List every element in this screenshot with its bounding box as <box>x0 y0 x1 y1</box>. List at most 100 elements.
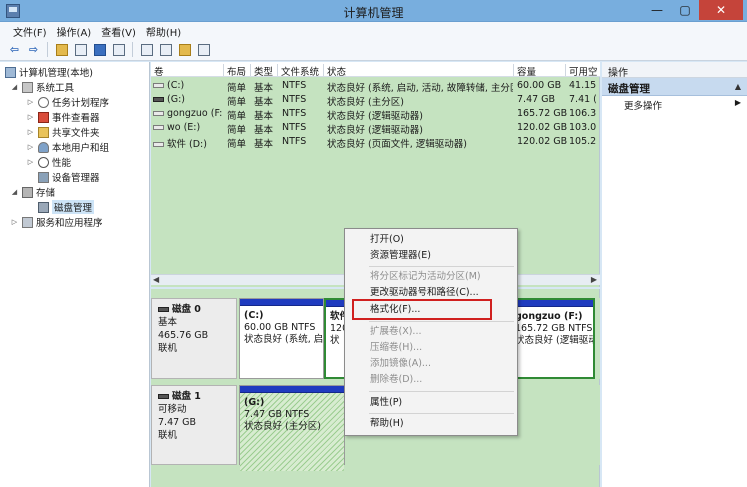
menu-bar: 文件(F) 操作(A) 查看(V) 帮助(H) <box>0 22 747 39</box>
column-layout[interactable]: 布局 <box>224 64 251 78</box>
users-icon <box>38 141 49 153</box>
minimize-button[interactable]: — <box>643 0 671 20</box>
back-arrow-icon[interactable]: ⇦ <box>6 41 23 58</box>
toolbar: ⇦ ⇨ <box>0 39 747 61</box>
disk-management-icon <box>38 201 49 213</box>
column-free[interactable]: 可用空 <box>566 64 600 78</box>
expand-icon[interactable]: ▷ <box>26 98 35 106</box>
partition-size: 60.00 GB NTFS <box>244 322 316 333</box>
help-icon[interactable] <box>91 41 108 58</box>
menu-help[interactable]: 帮助(H) <box>141 22 186 39</box>
menu-open[interactable]: 打开(O) <box>345 232 517 248</box>
volume-type: 基本 <box>254 111 274 122</box>
up-folder-icon[interactable] <box>53 41 70 58</box>
tree-item-label: 服务和应用程序 <box>36 218 103 229</box>
scroll-right-icon[interactable]: ▶ <box>591 275 597 284</box>
volume-name: wo (E:) <box>167 122 201 133</box>
expand-icon[interactable]: ▷ <box>26 113 35 121</box>
menu-properties[interactable]: 属性(P) <box>345 395 517 411</box>
tree-item-device-manager[interactable]: 设备管理器 <box>26 170 100 184</box>
column-filesystem[interactable]: 文件系统 <box>278 64 324 78</box>
event-viewer-icon <box>38 111 49 123</box>
tree-item-local-users[interactable]: ▷ 本地用户和组 <box>26 140 109 154</box>
removable-drive-icon <box>153 97 164 102</box>
tree-item-services[interactable]: ▷ 服务和应用程序 <box>10 215 103 229</box>
expand-icon[interactable]: ▷ <box>10 218 19 226</box>
partition-size: 7.47 GB NTFS <box>244 409 310 420</box>
menu-action[interactable]: 操作(A) <box>52 22 97 39</box>
tree-item-task-scheduler[interactable]: ▷ 任务计划程序 <box>26 95 109 109</box>
volume-free: 7.41 ( <box>569 94 597 105</box>
volume-fs: NTFS <box>282 108 307 119</box>
disk-0-label[interactable]: 磁盘 0 基本 465.76 GB 联机 <box>151 298 237 379</box>
volume-layout: 简单 <box>227 97 247 108</box>
more-actions[interactable]: 更多操作 ▶ <box>602 96 747 112</box>
partition-c[interactable]: (C:) 60.00 GB NTFS 状态良好 (系统, 启 <box>239 298 324 379</box>
menu-extend-volume: 扩展卷(X)... <box>370 326 422 337</box>
actions-pane: 操作 磁盘管理 ▲ 更多操作 ▶ <box>602 62 747 487</box>
context-menu: 打开(O) 资源管理器(E) 将分区标记为活动分区(M) 更改驱动器号和路径(C… <box>344 228 518 436</box>
disk-state: 联机 <box>158 430 178 441</box>
menu-help[interactable]: 帮助(H) <box>345 416 517 432</box>
folder-icon[interactable] <box>176 41 193 58</box>
disk-name: 磁盘 1 <box>172 391 201 402</box>
collapse-up-icon[interactable]: ▲ <box>735 82 741 91</box>
disk-1-label[interactable]: 磁盘 1 可移动 7.47 GB 联机 <box>151 385 237 465</box>
partition-name: (G:) <box>244 397 265 408</box>
drive-icon <box>153 83 164 88</box>
expand-icon[interactable]: ▷ <box>26 158 35 166</box>
computer-icon <box>5 66 16 78</box>
export-icon[interactable] <box>157 41 174 58</box>
scroll-left-icon[interactable]: ◀ <box>153 275 159 284</box>
volume-row[interactable]: (G:) 简单 基本 NTFS 状态良好 (主分区) 7.47 GB 7.41 … <box>151 93 600 108</box>
disk-settings-icon[interactable] <box>195 41 212 58</box>
volume-fs: NTFS <box>282 136 307 147</box>
actions-section-disk-management[interactable]: 磁盘管理 ▲ <box>602 78 747 96</box>
tree-item-system-tools[interactable]: ◢ 系统工具 <box>10 80 74 94</box>
volume-row[interactable]: (C:) 简单 基本 NTFS 状态良好 (系统, 启动, 活动, 故障转储, … <box>151 79 600 94</box>
tree-item-label: 系统工具 <box>36 83 75 94</box>
column-capacity[interactable]: 容量 <box>514 64 566 78</box>
menu-file[interactable]: 文件(F) <box>8 22 52 39</box>
volume-capacity: 120.02 GB <box>517 122 568 133</box>
collapse-icon[interactable]: ◢ <box>10 188 19 196</box>
menu-explorer[interactable]: 资源管理器(E) <box>345 248 517 264</box>
properties-icon[interactable] <box>110 41 127 58</box>
navigation-tree: 计算机管理(本地) ◢ 系统工具 ▷ 任务计划程序 ▷ 事件查看器 ▷ 共享文件… <box>0 62 150 487</box>
show-hide-tree-icon[interactable] <box>72 41 89 58</box>
volume-row[interactable]: wo (E:) 简单 基本 NTFS 状态良好 (逻辑驱动器) 120.02 G… <box>151 121 600 136</box>
collapse-icon[interactable]: ◢ <box>10 83 19 91</box>
expand-icon[interactable]: ▷ <box>26 128 35 136</box>
device-manager-icon <box>38 171 49 183</box>
volume-name: (G:) <box>167 94 185 105</box>
tree-item-shared-folders[interactable]: ▷ 共享文件夹 <box>26 125 100 139</box>
tree-item-label: 共享文件夹 <box>52 128 100 139</box>
volume-capacity: 120.02 GB <box>517 136 568 147</box>
menu-view[interactable]: 查看(V) <box>96 22 141 39</box>
expand-icon[interactable]: ▷ <box>26 143 35 151</box>
services-icon <box>22 216 33 228</box>
partition-g[interactable]: (G:) 7.47 GB NTFS 状态良好 (主分区) <box>239 385 345 471</box>
tree-item-storage[interactable]: ◢ 存储 <box>10 185 55 199</box>
tree-item-event-viewer[interactable]: ▷ 事件查看器 <box>26 110 100 124</box>
volume-layout: 简单 <box>227 125 247 136</box>
forward-arrow-icon[interactable]: ⇨ <box>25 41 42 58</box>
volume-layout: 简单 <box>227 83 247 94</box>
refresh-icon[interactable] <box>138 41 155 58</box>
column-volume[interactable]: 卷 <box>151 64 224 78</box>
volume-row[interactable]: gongzuo (F:) 简单 基本 NTFS 状态良好 (逻辑驱动器) 165… <box>151 107 600 122</box>
tree-item-root[interactable]: 计算机管理(本地) <box>2 65 93 79</box>
volume-row[interactable]: 软件 (D:) 简单 基本 NTFS 状态良好 (页面文件, 逻辑驱动器) 12… <box>151 135 600 150</box>
column-type[interactable]: 类型 <box>251 64 278 78</box>
close-button[interactable]: ✕ <box>699 0 743 20</box>
tree-item-performance[interactable]: ▷ 性能 <box>26 155 71 169</box>
volume-status: 状态良好 (页面文件, 逻辑驱动器) <box>327 139 467 150</box>
disk-kind: 可移动 <box>158 404 187 415</box>
column-status[interactable]: 状态 <box>324 64 514 78</box>
toolbar-divider <box>47 42 48 57</box>
toolbar-divider <box>132 42 133 57</box>
partition-size: 165.72 GB NTFS <box>515 323 593 334</box>
maximize-button[interactable]: ▢ <box>671 0 699 20</box>
tree-item-disk-management[interactable]: 磁盘管理 <box>26 200 95 214</box>
tree-item-label: 计算机管理(本地) <box>19 68 93 79</box>
